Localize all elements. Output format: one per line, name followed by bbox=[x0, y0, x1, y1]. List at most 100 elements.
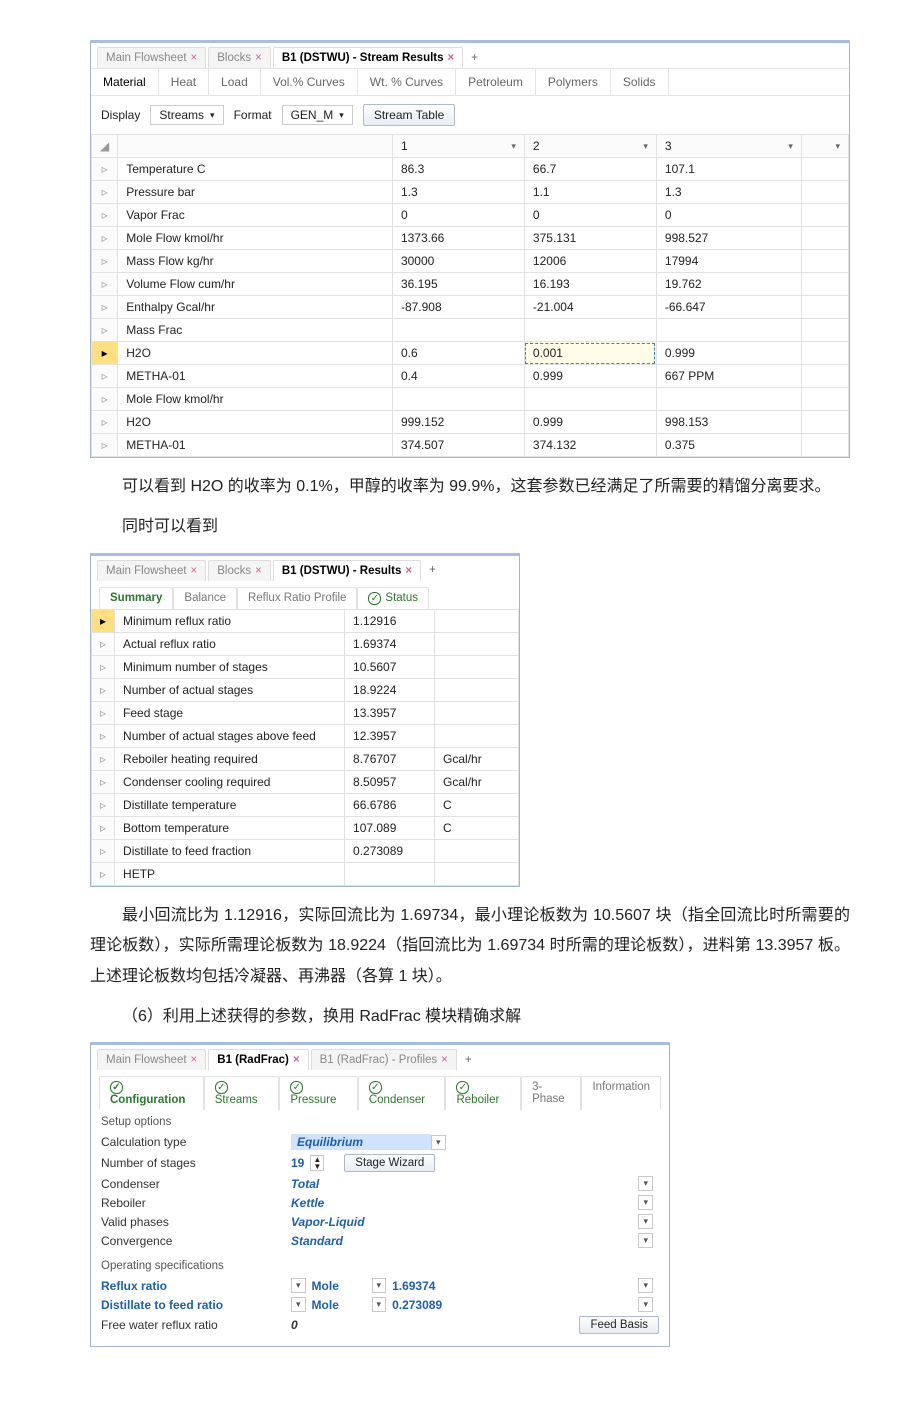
row-marker[interactable]: ▹ bbox=[92, 181, 118, 204]
subtab-solids[interactable]: Solids bbox=[611, 69, 669, 95]
row-marker[interactable]: ▹ bbox=[92, 204, 118, 227]
row-marker[interactable]: ▹ bbox=[92, 388, 118, 411]
stream-cell[interactable]: 1.3 bbox=[392, 181, 524, 204]
col-header-1[interactable]: 1▾ bbox=[392, 135, 524, 158]
stream-cell[interactable]: 0.375 bbox=[656, 434, 801, 457]
tab-main-flowsheet-c[interactable]: Main Flowsheet× bbox=[97, 1049, 206, 1070]
stream-cell[interactable] bbox=[656, 319, 801, 342]
stream-table-button[interactable]: Stream Table bbox=[363, 104, 455, 126]
add-tab-button-c[interactable]: + bbox=[459, 1052, 478, 1068]
stream-cell[interactable]: 16.193 bbox=[524, 273, 656, 296]
subtab-vol-curves[interactable]: Vol.% Curves bbox=[261, 69, 358, 95]
subtab-configuration[interactable]: Configuration bbox=[99, 1076, 204, 1110]
row-marker[interactable]: ▹ bbox=[92, 411, 118, 434]
stream-cell[interactable]: 19.762 bbox=[656, 273, 801, 296]
setup-dropdown[interactable]: Standard bbox=[291, 1234, 431, 1248]
chevron-down-icon[interactable]: ▾ bbox=[372, 1297, 387, 1312]
stage-wizard-button[interactable]: Stage Wizard bbox=[344, 1154, 435, 1172]
add-tab-button[interactable]: + bbox=[465, 50, 484, 66]
stream-cell[interactable]: 998.153 bbox=[656, 411, 801, 434]
row-marker[interactable]: ▹ bbox=[92, 747, 115, 770]
col-header-extra[interactable]: ▾ bbox=[801, 135, 848, 158]
stream-cell[interactable]: 1.3 bbox=[656, 181, 801, 204]
display-dropdown[interactable]: Streams▾ bbox=[150, 105, 223, 125]
row-marker[interactable]: ▹ bbox=[92, 296, 118, 319]
row-marker[interactable]: ▸ bbox=[92, 609, 115, 632]
row-marker[interactable]: ▹ bbox=[92, 273, 118, 296]
calc-type-dropdown[interactable]: Equilibrium bbox=[291, 1134, 431, 1150]
unit-dropdown[interactable]: ▾ bbox=[638, 1297, 653, 1312]
chevron-down-icon[interactable]: ▾ bbox=[291, 1297, 306, 1312]
opspec-dropdown[interactable]: Distillate to feed ratio bbox=[101, 1298, 291, 1312]
subtab-3phase[interactable]: 3-Phase bbox=[521, 1076, 581, 1110]
subtab-polymers[interactable]: Polymers bbox=[536, 69, 611, 95]
stream-cell[interactable]: 36.195 bbox=[392, 273, 524, 296]
row-marker[interactable]: ▹ bbox=[92, 839, 115, 862]
tab-main-flowsheet-b[interactable]: Main Flowsheet× bbox=[97, 560, 206, 581]
subtab-heat[interactable]: Heat bbox=[159, 69, 209, 95]
stream-cell[interactable]: 0 bbox=[524, 204, 656, 227]
add-tab-button-b[interactable]: + bbox=[423, 562, 442, 578]
stream-cell[interactable]: 107.1 bbox=[656, 158, 801, 181]
stream-cell[interactable]: 374.507 bbox=[392, 434, 524, 457]
subtab-reboiler[interactable]: Reboiler bbox=[445, 1076, 521, 1110]
row-marker[interactable]: ▹ bbox=[92, 862, 115, 885]
row-marker[interactable]: ▹ bbox=[92, 770, 115, 793]
subtab-material[interactable]: Material bbox=[91, 69, 159, 95]
tab-dstwu-stream-results[interactable]: B1 (DSTWU) - Stream Results× bbox=[273, 47, 463, 68]
stream-cell[interactable]: 17994 bbox=[656, 250, 801, 273]
stream-cell[interactable] bbox=[392, 388, 524, 411]
setup-dropdown[interactable]: Kettle bbox=[291, 1196, 431, 1210]
subtab-petroleum[interactable]: Petroleum bbox=[456, 69, 536, 95]
chevron-down-icon[interactable]: ▾ bbox=[291, 1278, 306, 1293]
stream-cell[interactable]: 374.132 bbox=[524, 434, 656, 457]
row-marker[interactable]: ▹ bbox=[92, 250, 118, 273]
setup-dropdown[interactable]: Vapor-Liquid bbox=[291, 1215, 431, 1229]
chevron-down-icon[interactable]: ▾ bbox=[638, 1233, 653, 1248]
basis-dropdown[interactable]: Mole bbox=[312, 1279, 372, 1293]
row-marker[interactable]: ▹ bbox=[92, 816, 115, 839]
stream-cell[interactable] bbox=[524, 388, 656, 411]
tab-radfrac[interactable]: B1 (RadFrac)× bbox=[208, 1049, 308, 1070]
row-marker[interactable]: ▹ bbox=[92, 632, 115, 655]
stream-cell[interactable]: 66.7 bbox=[524, 158, 656, 181]
row-marker[interactable]: ▹ bbox=[92, 158, 118, 181]
stream-cell[interactable] bbox=[392, 319, 524, 342]
row-marker[interactable]: ▹ bbox=[92, 724, 115, 747]
stages-spinner[interactable]: 19▲▼ bbox=[291, 1155, 324, 1171]
row-marker[interactable]: ▹ bbox=[92, 319, 118, 342]
tab-dstwu-results[interactable]: B1 (DSTWU) - Results× bbox=[273, 560, 421, 581]
subtab-load[interactable]: Load bbox=[209, 69, 261, 95]
tab-blocks-b[interactable]: Blocks× bbox=[208, 560, 271, 581]
chevron-down-icon[interactable]: ▾ bbox=[638, 1176, 653, 1191]
opspec-value[interactable]: 1.69374 bbox=[392, 1279, 532, 1293]
chevron-down-icon[interactable]: ▾ bbox=[638, 1195, 653, 1210]
stream-cell[interactable]: 0.999 bbox=[524, 365, 656, 388]
row-marker[interactable]: ▹ bbox=[92, 678, 115, 701]
subtab-wt-curves[interactable]: Wt. % Curves bbox=[358, 69, 456, 95]
stream-cell[interactable] bbox=[656, 388, 801, 411]
row-marker[interactable]: ▹ bbox=[92, 434, 118, 457]
stream-cell[interactable]: 0.6 bbox=[392, 342, 524, 365]
subtab-summary[interactable]: Summary bbox=[99, 587, 173, 609]
stream-cell[interactable]: -66.647 bbox=[656, 296, 801, 319]
stream-cell[interactable]: 0 bbox=[656, 204, 801, 227]
subtab-condenser[interactable]: Condenser bbox=[358, 1076, 446, 1110]
col-header-2[interactable]: 2▾ bbox=[524, 135, 656, 158]
stream-cell[interactable] bbox=[524, 319, 656, 342]
stream-cell[interactable]: 667 PPM bbox=[656, 365, 801, 388]
tab-main-flowsheet[interactable]: Main Flowsheet× bbox=[97, 47, 206, 68]
stream-cell[interactable]: 998.527 bbox=[656, 227, 801, 250]
row-marker[interactable]: ▹ bbox=[92, 655, 115, 678]
stream-cell[interactable]: 999.152 bbox=[392, 411, 524, 434]
tab-radfrac-profiles[interactable]: B1 (RadFrac) - Profiles× bbox=[311, 1049, 457, 1070]
subtab-reflux-profile[interactable]: Reflux Ratio Profile bbox=[237, 587, 357, 609]
subtab-balance[interactable]: Balance bbox=[173, 587, 237, 609]
basis-dropdown[interactable]: Mole bbox=[312, 1298, 372, 1312]
subtab-information[interactable]: Information bbox=[581, 1076, 661, 1110]
row-marker[interactable]: ▹ bbox=[92, 227, 118, 250]
stream-cell[interactable]: 1.1 bbox=[524, 181, 656, 204]
unit-dropdown[interactable]: ▾ bbox=[638, 1278, 653, 1293]
free-water-value[interactable]: 0 bbox=[291, 1318, 431, 1332]
stream-cell[interactable]: 0.001 bbox=[524, 342, 656, 365]
